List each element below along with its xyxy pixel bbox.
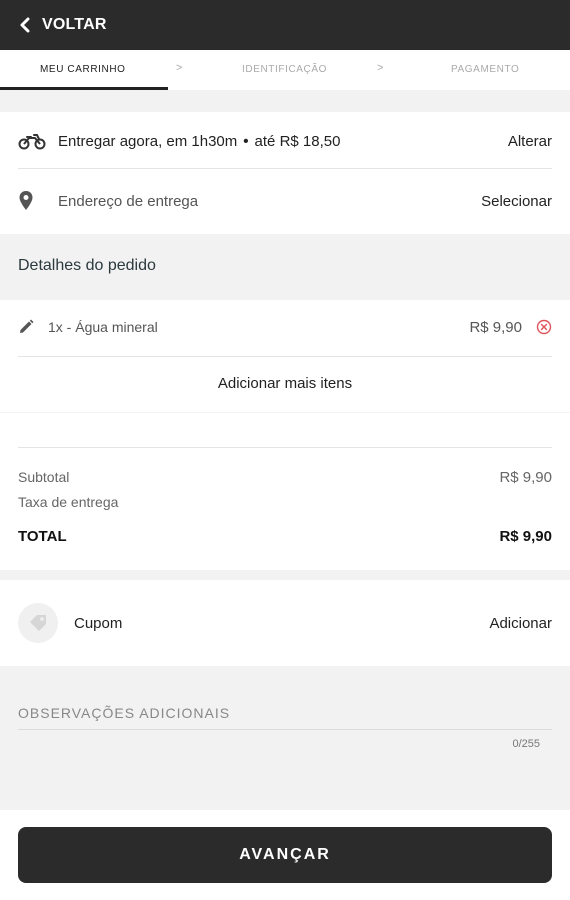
- step-my-cart[interactable]: MEU CARRINHO: [40, 64, 126, 75]
- total-label: TOTAL: [18, 527, 67, 545]
- divider: [18, 447, 552, 448]
- advance-button[interactable]: AVANÇAR: [18, 827, 552, 883]
- total-row: TOTAL R$ 9,90: [18, 525, 552, 547]
- add-coupon-button[interactable]: Adicionar: [489, 615, 552, 632]
- tag-icon: [18, 603, 58, 643]
- delivery-time-text: Entregar agora, em 1h30m • até R$ 18,50: [58, 132, 341, 150]
- back-label: VOLTAR: [42, 16, 107, 33]
- motorcycle-icon: [18, 132, 58, 150]
- order-item-price: R$ 9,90: [469, 318, 522, 336]
- notes-char-counter: 0/255: [512, 738, 540, 750]
- order-details-header: Detalhes do pedido: [0, 234, 570, 300]
- delivery-fee-row: Taxa de entrega: [18, 492, 552, 512]
- subtotal-value: R$ 9,90: [499, 468, 552, 486]
- order-item-row: 1x - Água mineral R$ 9,90: [18, 316, 552, 338]
- coupon-row[interactable]: Cupom Adicionar: [18, 602, 552, 644]
- footer-bar: AVANÇAR: [0, 810, 570, 900]
- divider: [18, 168, 552, 169]
- checkout-stepper: MEU CARRINHO > IDENTIFICAÇÃO > PAGAMENTO: [0, 50, 570, 90]
- location-pin-icon: [18, 190, 58, 212]
- delivery-fee-label: até R$ 18,50: [254, 132, 341, 150]
- change-delivery-time-button[interactable]: Alterar: [508, 133, 552, 150]
- coupon-label: Cupom: [74, 614, 123, 632]
- cart-page: VOLTAR MEU CARRINHO > IDENTIFICAÇÃO > PA…: [0, 0, 570, 900]
- delivery-address-label: Endereço de entrega: [58, 192, 199, 210]
- active-step-indicator: [0, 87, 168, 90]
- delivery-card: Entregar agora, em 1h30m • até R$ 18,50 Al…: [0, 112, 570, 234]
- step-identification[interactable]: IDENTIFICAÇÃO: [242, 64, 327, 75]
- delivery-time-label: Entregar agora, em 1h30m: [58, 132, 238, 150]
- subtotal-label: Subtotal: [18, 469, 70, 485]
- delivery-fee-summary-label: Taxa de entrega: [18, 494, 119, 510]
- delivery-time-row: Entregar agora, em 1h30m • até R$ 18,50 Al…: [18, 130, 552, 152]
- pencil-icon[interactable]: [18, 319, 48, 335]
- select-address-button[interactable]: Selecionar: [481, 193, 552, 210]
- add-more-items-button[interactable]: Adicionar mais itens: [0, 375, 570, 392]
- step-payment[interactable]: PAGAMENTO: [451, 64, 519, 75]
- top-bar: VOLTAR: [0, 0, 570, 50]
- additional-notes-label: OBSERVAÇÕES ADICIONAIS: [18, 705, 231, 721]
- order-details-title: Detalhes do pedido: [18, 257, 156, 274]
- step-separator: >: [176, 62, 183, 74]
- step-separator: >: [377, 62, 384, 74]
- coupon-card: Cupom Adicionar: [0, 580, 570, 666]
- divider: [18, 356, 552, 357]
- chevron-left-icon: [20, 17, 30, 33]
- back-button[interactable]: VOLTAR: [18, 16, 107, 34]
- total-value: R$ 9,90: [499, 527, 552, 545]
- summary-card: Subtotal R$ 9,90 Taxa de entrega TOTAL R…: [0, 413, 570, 570]
- order-item-name: 1x - Água mineral: [48, 319, 158, 335]
- remove-item-icon[interactable]: [536, 319, 552, 335]
- subtotal-row: Subtotal R$ 9,90: [18, 467, 552, 487]
- delivery-address-row[interactable]: Endereço de entrega Selecionar: [18, 190, 552, 212]
- order-items-card: 1x - Água mineral R$ 9,90 Adicionar mais…: [0, 300, 570, 412]
